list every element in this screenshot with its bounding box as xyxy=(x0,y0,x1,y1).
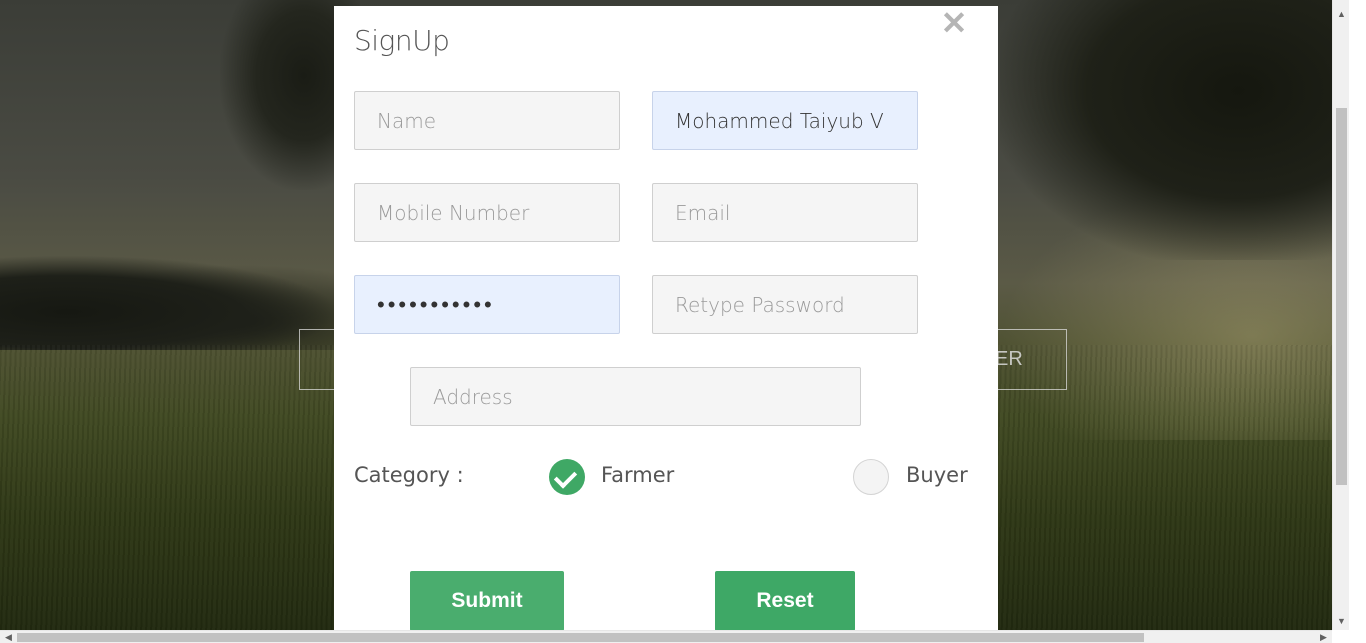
scroll-up-icon[interactable]: ▲ xyxy=(1333,6,1350,23)
submit-button[interactable]: Submit xyxy=(410,571,564,630)
horizontal-scrollbar[interactable]: ◀ ▶ xyxy=(0,630,1332,643)
category-label: Category : xyxy=(354,463,464,487)
retype-password-input[interactable] xyxy=(652,275,918,334)
scroll-right-icon[interactable]: ▶ xyxy=(1315,631,1332,643)
farmer-radio[interactable] xyxy=(549,459,585,495)
address-input[interactable] xyxy=(410,367,861,426)
buyer-radio-label[interactable]: Buyer xyxy=(906,463,968,487)
email-input[interactable] xyxy=(652,183,918,242)
mobile-number-input[interactable] xyxy=(354,183,620,242)
buyer-radio[interactable] xyxy=(853,459,889,495)
farmer-radio-label[interactable]: Farmer xyxy=(601,463,674,487)
password-input[interactable] xyxy=(354,275,620,334)
treeline xyxy=(0,255,340,350)
background-button-right[interactable]: ER xyxy=(996,329,1067,390)
full-name-input[interactable] xyxy=(652,91,918,150)
vertical-scrollbar[interactable]: ▲ ▼ xyxy=(1332,0,1349,630)
right-edge xyxy=(1349,0,1366,630)
background-button-left[interactable] xyxy=(299,329,339,390)
reset-button[interactable]: Reset xyxy=(715,571,855,630)
tree-canopy-right xyxy=(1000,0,1332,260)
scroll-left-icon[interactable]: ◀ xyxy=(0,631,17,643)
signup-modal: SignUp ✕ Category : Farmer Buyer Submit … xyxy=(334,6,998,630)
scroll-down-icon[interactable]: ▼ xyxy=(1333,613,1350,630)
background-button-right-label: ER xyxy=(996,348,1023,370)
close-icon[interactable]: ✕ xyxy=(940,7,968,39)
vertical-scroll-thumb[interactable] xyxy=(1336,108,1347,485)
modal-title: SignUp xyxy=(354,24,450,57)
scrollbar-corner xyxy=(1332,630,1366,643)
horizontal-scroll-thumb[interactable] xyxy=(17,633,1144,642)
name-input[interactable] xyxy=(354,91,620,150)
